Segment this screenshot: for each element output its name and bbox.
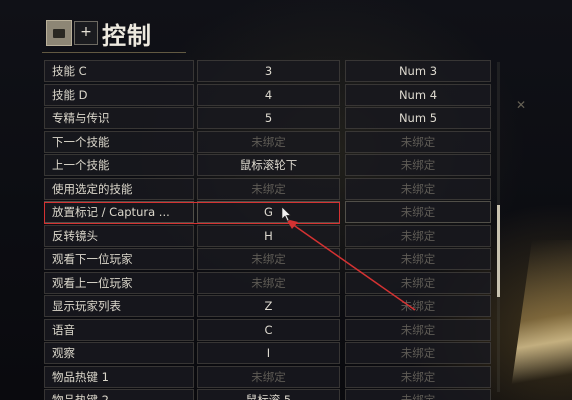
secondary-key-binding[interactable]: Num 3 [345, 60, 491, 82]
keybinding-row[interactable]: 专精与传识 5 Num 5 [42, 107, 498, 129]
secondary-key-binding[interactable]: 未绑定 [345, 365, 491, 388]
secondary-key-binding[interactable]: 未绑定 [345, 201, 491, 223]
action-name-label: 专精与传识 [44, 107, 194, 129]
primary-key-binding[interactable]: 鼠标滚 5 [197, 389, 340, 400]
action-name-label: 观看上一位玩家 [44, 271, 194, 294]
primary-key-binding[interactable]: G [197, 201, 340, 223]
action-name-label: 物品热键 2 [44, 389, 194, 400]
keybinding-row[interactable]: 语音 C 未绑定 [42, 318, 498, 341]
action-name-label: 上一个技能 [44, 154, 194, 176]
keybinding-row[interactable]: 上一个技能 鼠标滚轮下 未绑定 [42, 154, 498, 176]
page-title: 控制 [102, 21, 152, 50]
primary-key-binding[interactable]: Z [197, 295, 340, 317]
secondary-key-binding[interactable]: 未绑定 [345, 154, 491, 176]
action-name-label: 技能 D [44, 83, 194, 106]
action-name-label: 观看下一位玩家 [44, 248, 194, 270]
keybinding-row[interactable]: 显示玩家列表 Z 未绑定 [42, 295, 498, 317]
primary-key-binding[interactable]: 未绑定 [197, 271, 340, 294]
primary-key-binding[interactable]: 未绑定 [197, 365, 340, 388]
primary-key-binding[interactable]: I [197, 342, 340, 364]
keybinding-row[interactable]: 物品热键 1 未绑定 未绑定 [42, 365, 498, 388]
action-name-label: 下一个技能 [44, 130, 194, 153]
primary-key-binding[interactable]: C [197, 318, 340, 341]
keybinding-row[interactable]: 观看下一位玩家 未绑定 未绑定 [42, 248, 498, 270]
secondary-key-binding[interactable]: 未绑定 [345, 271, 491, 294]
action-name-label: 技能 C [44, 60, 194, 82]
primary-key-binding[interactable]: 未绑定 [197, 177, 340, 200]
action-name-label: 反转镜头 [44, 224, 194, 247]
primary-key-binding[interactable]: 4 [197, 83, 340, 106]
secondary-key-binding[interactable]: 未绑定 [345, 295, 491, 317]
background-light-streak [508, 240, 572, 400]
keybinding-row[interactable]: 观察 I 未绑定 [42, 342, 498, 364]
controls-settings-screen: ✕ + 控制 技能 C 3 Num 3 技能 D 4 Num 4 专精与传识 5 Num 5 下一… [0, 0, 572, 400]
keybinding-row[interactable]: 放置标记 / Captura ... G 未绑定 [42, 201, 498, 223]
primary-key-binding[interactable]: 5 [197, 107, 340, 129]
secondary-key-binding[interactable]: 未绑定 [345, 318, 491, 341]
secondary-key-binding[interactable]: 未绑定 [345, 248, 491, 270]
keybinding-row[interactable]: 反转镜头 H 未绑定 [42, 224, 498, 247]
secondary-key-binding[interactable]: Num 4 [345, 83, 491, 106]
keybinding-row[interactable]: 观看上一位玩家 未绑定 未绑定 [42, 271, 498, 294]
keybinding-row[interactable]: 技能 C 3 Num 3 [42, 60, 498, 82]
controller-badge-icon [46, 20, 72, 46]
secondary-key-binding[interactable]: 未绑定 [345, 342, 491, 364]
secondary-key-binding[interactable]: Num 5 [345, 107, 491, 129]
decorative-cross-icon: ✕ [516, 98, 527, 112]
primary-key-binding[interactable]: 鼠标滚轮下 [197, 154, 340, 176]
keybinding-row[interactable]: 使用选定的技能 未绑定 未绑定 [42, 177, 498, 200]
secondary-key-binding[interactable]: 未绑定 [345, 389, 491, 400]
action-name-label: 放置标记 / Captura ... [44, 201, 194, 223]
scrollbar-thumb[interactable] [497, 205, 500, 297]
secondary-key-binding[interactable]: 未绑定 [345, 224, 491, 247]
secondary-key-binding[interactable]: 未绑定 [345, 177, 491, 200]
action-name-label: 物品热键 1 [44, 365, 194, 388]
primary-key-binding[interactable]: 未绑定 [197, 130, 340, 153]
keybinding-row[interactable]: 下一个技能 未绑定 未绑定 [42, 130, 498, 153]
primary-key-binding[interactable]: H [197, 224, 340, 247]
action-name-label: 使用选定的技能 [44, 177, 194, 200]
secondary-key-binding[interactable]: 未绑定 [345, 130, 491, 153]
plus-icon[interactable]: + [74, 21, 98, 45]
page-header: + 控制 [42, 14, 186, 53]
action-name-label: 语音 [44, 318, 194, 341]
action-name-label: 显示玩家列表 [44, 295, 194, 317]
keybinding-row[interactable]: 技能 D 4 Num 4 [42, 83, 498, 106]
primary-key-binding[interactable]: 3 [197, 60, 340, 82]
primary-key-binding[interactable]: 未绑定 [197, 248, 340, 270]
keybinding-row[interactable]: 物品热键 2 鼠标滚 5 未绑定 [42, 389, 498, 400]
action-name-label: 观察 [44, 342, 194, 364]
